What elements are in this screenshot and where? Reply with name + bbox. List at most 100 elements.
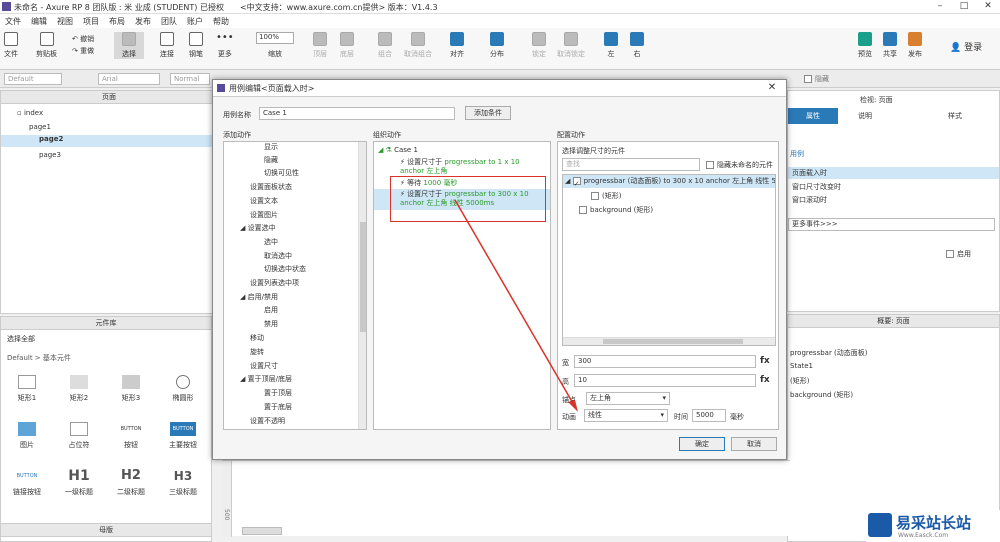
page-item-page3[interactable]: page3: [39, 151, 61, 159]
ungroup-button[interactable]: 取消组合: [404, 32, 432, 59]
widget-search-input[interactable]: 查找: [562, 158, 700, 171]
event-page-load[interactable]: 页面载入时: [788, 167, 999, 179]
right-button[interactable]: 右: [630, 32, 644, 59]
send-bottom-button[interactable]: 底层: [340, 32, 354, 59]
width-input[interactable]: 300: [574, 355, 756, 368]
dialog-close-button[interactable]: ✕: [758, 80, 786, 96]
maximize-button[interactable]: □: [952, 0, 976, 13]
lib-primary-button[interactable]: BUTTON 主要按钮: [163, 422, 203, 450]
action-set-text[interactable]: 设置文本: [250, 196, 278, 206]
zoom-select[interactable]: 100%: [256, 32, 294, 44]
action-send-back[interactable]: 置于底层: [264, 402, 292, 412]
more-tools-button[interactable]: ••• 更多: [216, 32, 234, 59]
event-resize[interactable]: 窗口尺寸改变时: [792, 182, 841, 192]
cancel-button[interactable]: 取消: [731, 437, 777, 451]
action-bring-front[interactable]: 置于顶层: [264, 388, 292, 398]
action-rotate[interactable]: 旋转: [250, 347, 264, 357]
menu-project[interactable]: 项目: [83, 16, 99, 27]
zoom-control[interactable]: 100% 缩放: [256, 32, 294, 59]
action-hide[interactable]: 隐藏: [264, 155, 278, 165]
style-select[interactable]: Default: [4, 73, 62, 85]
menu-account[interactable]: 账户: [187, 16, 203, 27]
time-input[interactable]: 5000: [692, 409, 726, 422]
cases-section[interactable]: 用例: [790, 149, 804, 159]
unlock-button[interactable]: 取消锁定: [557, 32, 585, 59]
action-enable[interactable]: 启用: [264, 305, 278, 315]
case-name-input[interactable]: Case 1: [259, 107, 455, 120]
widget-background-checkbox[interactable]: [579, 206, 587, 214]
action-disable[interactable]: 禁用: [264, 319, 278, 329]
menu-help[interactable]: 帮助: [213, 16, 229, 27]
scroll-thumb[interactable]: [360, 222, 366, 332]
outline-rect[interactable]: (矩形): [790, 376, 809, 386]
publish-button[interactable]: 发布: [908, 32, 922, 59]
action-set-panel-state[interactable]: 设置面板状态: [250, 182, 292, 192]
lib-rect1[interactable]: 矩形1: [7, 375, 47, 403]
minimize-button[interactable]: –: [928, 0, 952, 13]
width-fx-button[interactable]: fx: [760, 356, 770, 366]
menu-file[interactable]: 文件: [5, 16, 21, 27]
widget-rect[interactable]: (矩形): [591, 191, 621, 201]
left-button[interactable]: 左: [604, 32, 618, 59]
library-select[interactable]: 选择全部: [7, 334, 35, 344]
menu-team[interactable]: 团队: [161, 16, 177, 27]
widget-rect-checkbox[interactable]: [591, 192, 599, 200]
action-enable-disable[interactable]: ◢ 启用/禁用: [240, 292, 278, 302]
height-fx-button[interactable]: fx: [760, 375, 770, 385]
action-set-opacity[interactable]: 设置不透明: [250, 416, 285, 426]
widget-checkbox-checked[interactable]: ✓: [572, 177, 581, 188]
add-condition-button[interactable]: 添加条件: [465, 106, 511, 120]
widget-background[interactable]: background (矩形): [579, 205, 653, 215]
action-set-list-selected[interactable]: 设置列表选中项: [250, 278, 299, 288]
tab-notes[interactable]: 说明: [858, 111, 872, 121]
height-input[interactable]: 10: [574, 374, 756, 387]
menu-view[interactable]: 视图: [57, 16, 73, 27]
redo-button[interactable]: ↷ 重做: [72, 46, 94, 56]
lib-h3[interactable]: H3 三级标题: [163, 469, 203, 497]
select-tool[interactable]: 选择: [114, 32, 144, 59]
font-select[interactable]: Arial: [98, 73, 160, 85]
lib-ellipse[interactable]: 椭圆形: [163, 375, 203, 403]
distribute-button[interactable]: 分布: [490, 32, 504, 59]
outline-state1[interactable]: State1: [790, 362, 813, 370]
page-index[interactable]: ▫ index: [17, 109, 43, 117]
action-toggle-visibility[interactable]: 切换可见性: [264, 168, 299, 178]
file-button[interactable]: 文件: [4, 32, 18, 59]
widget-progressbar[interactable]: ◢ ✓ progressbar (动态面板) to 300 x 10 anchor…: [563, 175, 775, 188]
design-canvas[interactable]: 500: [222, 460, 790, 537]
lib-rect3[interactable]: 矩形3: [111, 375, 151, 403]
animation-select[interactable]: 线性 ▾: [584, 409, 668, 422]
lib-placeholder[interactable]: 占位符: [59, 422, 99, 450]
lib-link-button[interactable]: BUTTON 链接按钮: [7, 469, 47, 497]
menu-publish[interactable]: 发布: [135, 16, 151, 27]
action-bring-front-back[interactable]: ◢ 置于顶层/底层: [240, 374, 292, 384]
clipboard-button[interactable]: 剪贴板: [36, 32, 57, 59]
share-button[interactable]: 共享: [883, 32, 897, 59]
pen-tool[interactable]: 钢笔: [189, 32, 203, 59]
weight-select[interactable]: Normal: [170, 73, 210, 85]
ok-button[interactable]: 确定: [679, 437, 725, 451]
hscroll-thumb[interactable]: [603, 339, 743, 344]
hide-checkbox[interactable]: 隐藏: [804, 74, 829, 84]
action-move[interactable]: 移动: [250, 333, 264, 343]
undo-button[interactable]: ↶ 撤销: [72, 34, 94, 44]
outline-progressbar[interactable]: progressbar (动态面板): [790, 348, 868, 358]
org-action-1[interactable]: ⚡ 设置尺寸于 progressbar to 1 x 10 anchor 左上角: [400, 158, 546, 176]
action-set-selected[interactable]: ◢ 设置选中: [240, 223, 276, 233]
action-unselect[interactable]: 取消选中: [264, 251, 292, 261]
tab-style[interactable]: 样式: [948, 111, 962, 121]
event-scroll[interactable]: 窗口滚动时: [792, 195, 827, 205]
preview-button[interactable]: 预览: [858, 32, 872, 59]
align-button[interactable]: 对齐: [450, 32, 464, 59]
close-window-button[interactable]: ✕: [976, 0, 1000, 13]
action-show[interactable]: 显示: [264, 142, 278, 152]
lib-h2[interactable]: H2 二级标题: [111, 469, 151, 497]
outline-background[interactable]: background (矩形): [790, 390, 853, 400]
hide-unnamed-checkbox[interactable]: 隐藏未命名的元件: [706, 160, 773, 170]
login-button[interactable]: 👤 登录: [950, 40, 982, 53]
lib-rect2[interactable]: 矩形2: [59, 375, 99, 403]
lib-image[interactable]: 图片: [7, 422, 47, 450]
lock-button[interactable]: 锁定: [532, 32, 546, 59]
menu-layout[interactable]: 布局: [109, 16, 125, 27]
anchor-select[interactable]: 左上角 ▾: [586, 392, 670, 405]
